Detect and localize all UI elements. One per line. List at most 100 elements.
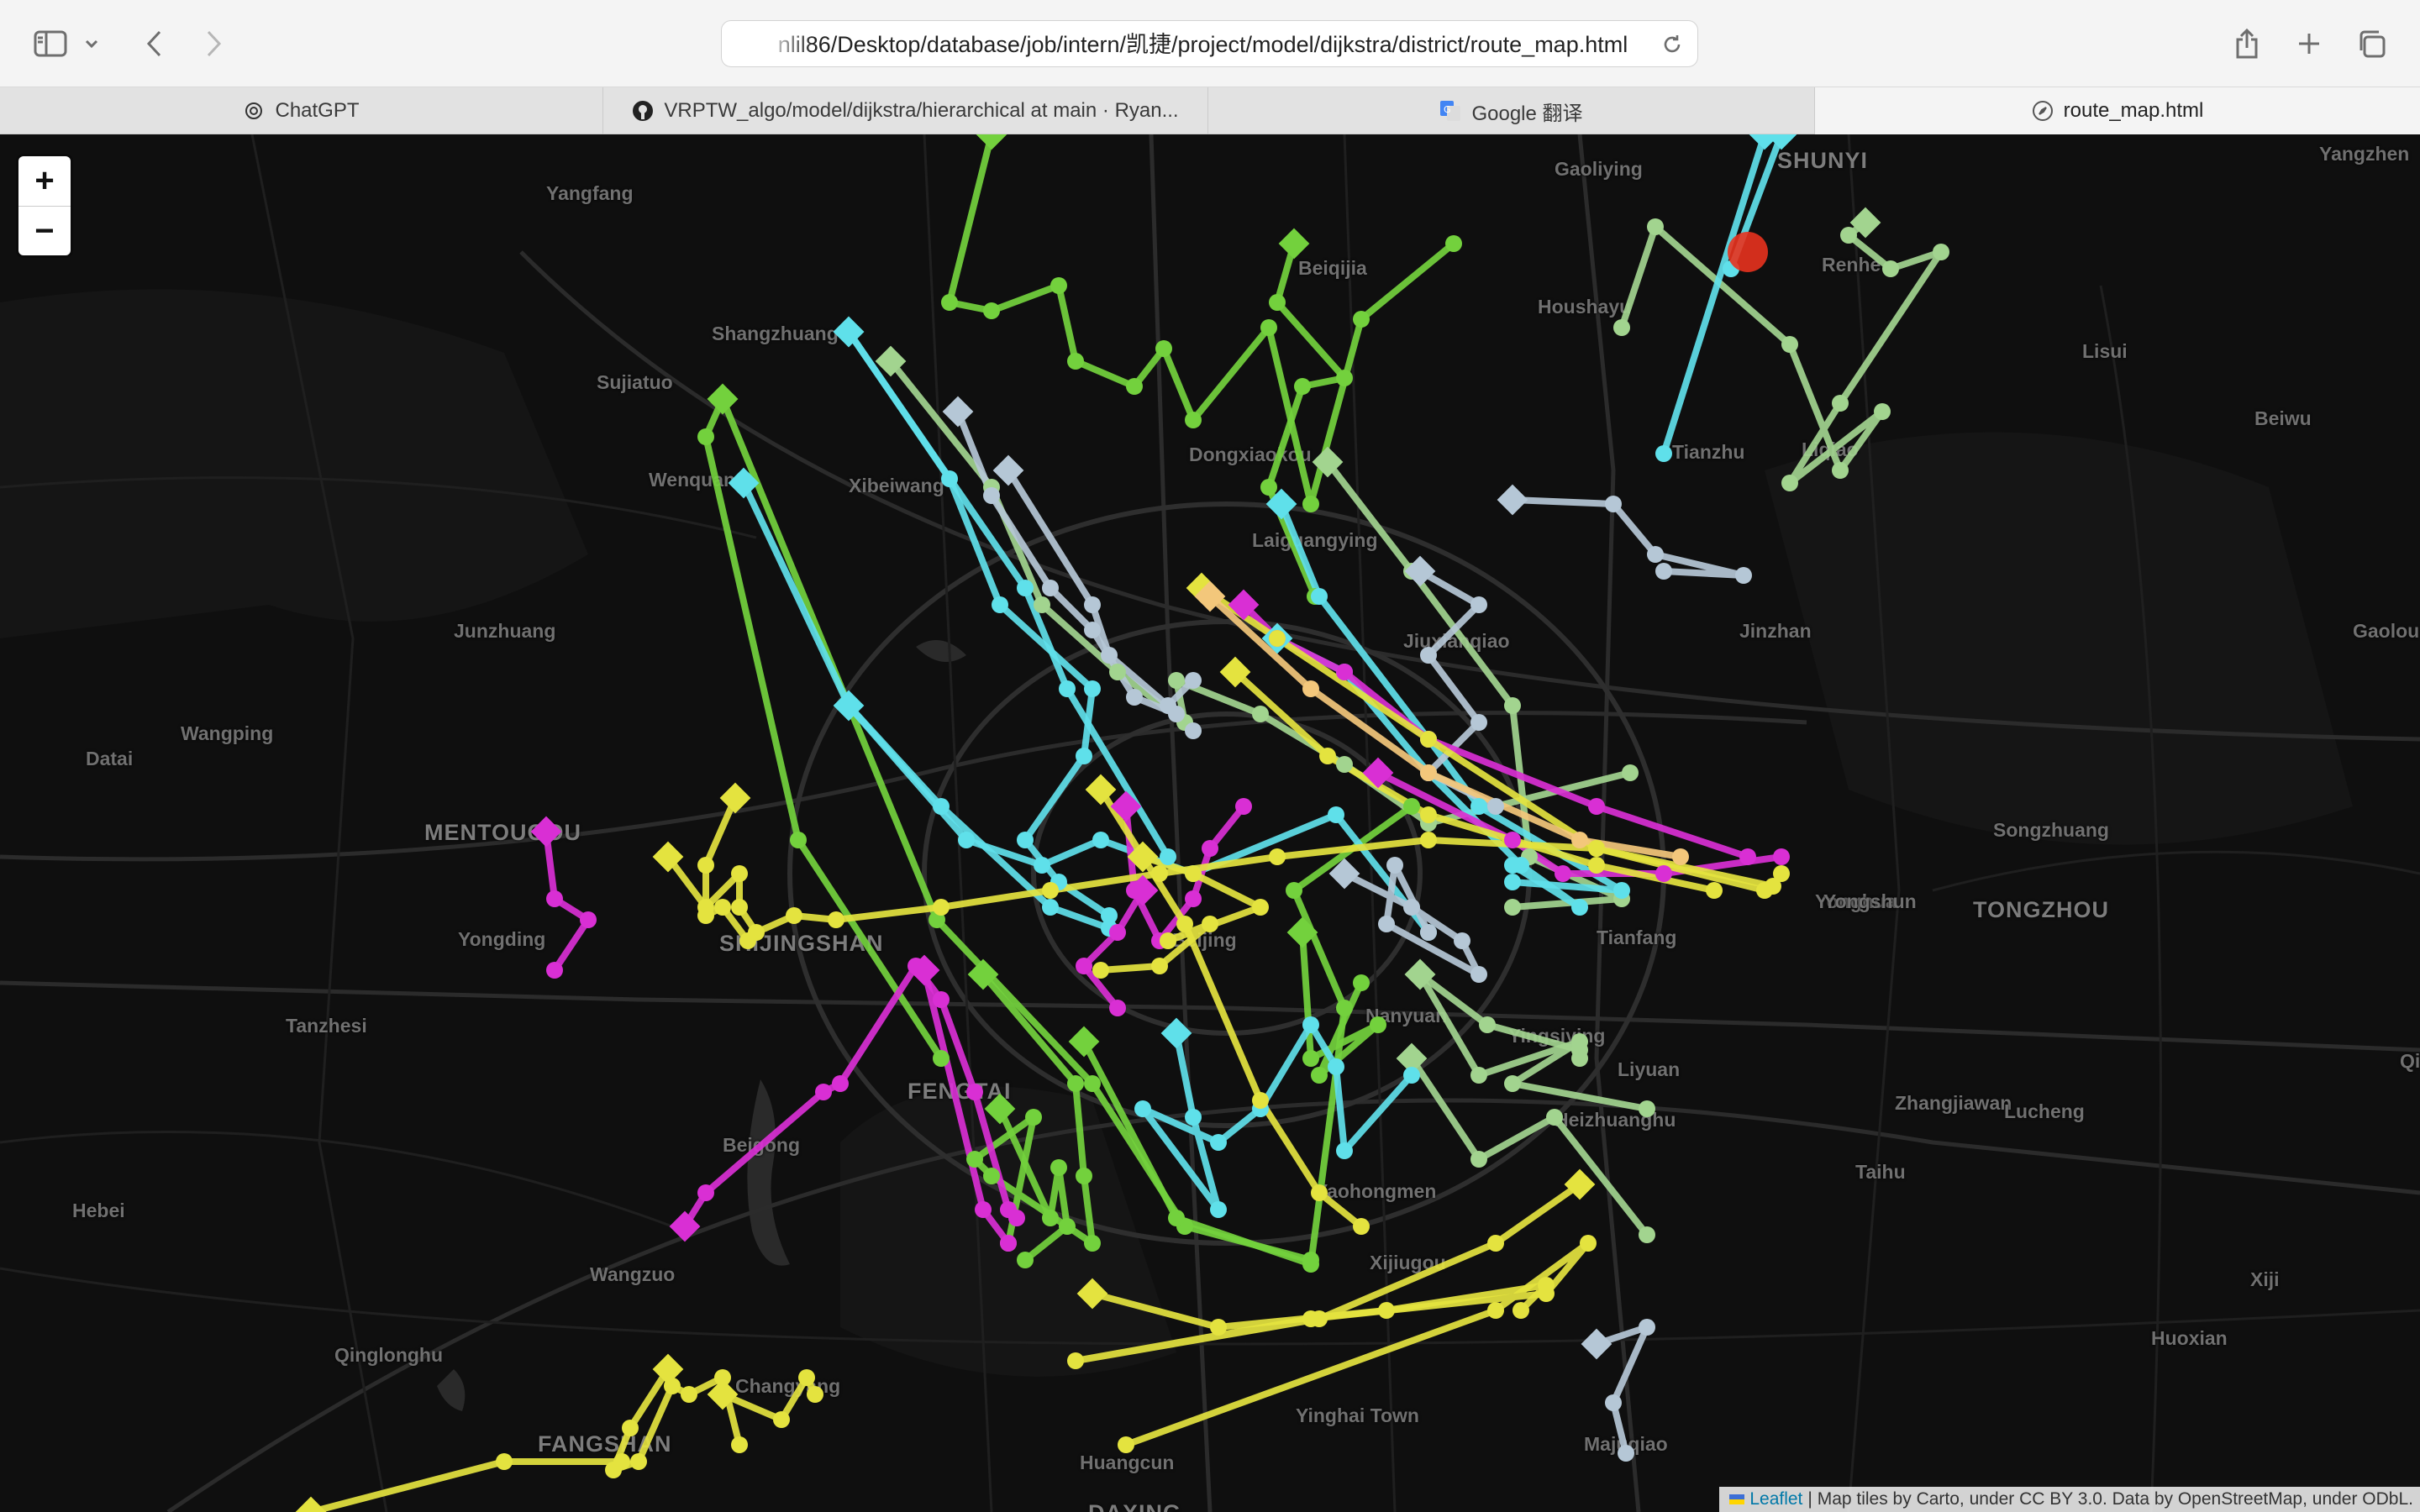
route-stop-marker[interactable] [1101,647,1118,664]
route-stop-marker[interactable] [1487,798,1504,815]
route-stop-marker[interactable] [546,890,563,907]
route-stop-marker[interactable] [546,962,563,979]
route-stop-marker[interactable] [1832,462,1849,479]
route-stop-marker[interactable] [580,911,597,928]
route-stop-marker[interactable] [1302,1256,1319,1273]
route-stop-marker[interactable] [1588,857,1605,874]
route-stop-marker[interactable] [1294,378,1311,395]
route-line[interactable] [1139,1021,1415,1213]
route-stop-marker[interactable] [1420,731,1437,748]
route-stop-marker[interactable] [1034,857,1050,874]
route-stop-marker[interactable] [1017,1252,1034,1268]
route-line[interactable] [946,134,1457,507]
route-stop-marker[interactable] [1076,958,1092,974]
route-stop-marker[interactable] [1874,403,1891,420]
route-stop-marker[interactable] [1311,1184,1328,1201]
route-stop-marker[interactable] [1504,899,1521,916]
route-stop-marker[interactable] [1202,840,1218,857]
route-stop-marker[interactable] [1134,1100,1151,1117]
route-stop-marker[interactable] [1470,1067,1487,1084]
route-stop-marker[interactable] [1067,1352,1084,1369]
route-stop-marker[interactable] [1336,1000,1353,1016]
route-stop-marker[interactable] [1076,1168,1092,1184]
route-stop-marker[interactable] [1538,1277,1555,1294]
route-stop-marker[interactable] [1042,899,1059,916]
route-stop-marker[interactable] [1420,832,1437,848]
route-stop-marker[interactable] [1639,1226,1655,1243]
depot-marker[interactable] [976,134,1007,150]
route-stop-marker[interactable] [1202,916,1218,932]
route-stop-marker[interactable] [1840,227,1857,244]
back-button[interactable] [136,25,173,62]
route-stop-marker[interactable] [1756,882,1773,899]
route-stop-marker[interactable] [1286,882,1302,899]
route-stop-marker[interactable] [1639,1100,1655,1117]
depot-marker[interactable] [992,454,1024,486]
route-stop-marker[interactable] [941,294,958,311]
route-stop-marker[interactable] [1050,277,1067,294]
route-stop-marker[interactable] [1882,260,1899,277]
new-tab-icon[interactable] [2291,25,2328,62]
route-stop-marker[interactable] [1302,680,1319,697]
route-stop-marker[interactable] [1025,1109,1042,1126]
route-stop-marker[interactable] [1353,311,1370,328]
route-stop-marker[interactable] [1403,899,1420,916]
route-stop-marker[interactable] [1034,596,1050,613]
route-stop-marker[interactable] [1613,319,1630,336]
route-stop-marker[interactable] [1302,496,1319,512]
route-stop-marker[interactable] [1445,235,1462,252]
route-stop-marker[interactable] [613,1453,630,1470]
route-stop-marker[interactable] [1487,1302,1504,1319]
tab-github[interactable]: VRPTW_algo/model/dijkstra/hierarchical a… [603,87,1208,134]
route-stop-marker[interactable] [1185,890,1202,907]
route-stop-marker[interactable] [1160,848,1176,865]
route-line[interactable] [681,963,1020,1230]
route-stop-marker[interactable] [1269,630,1286,647]
route-stop-marker[interactable] [1155,340,1172,357]
route-line[interactable] [308,1458,625,1512]
route-stop-marker[interactable] [1504,874,1521,890]
route-stop-marker[interactable] [1739,848,1756,865]
route-stop-marker[interactable] [1605,1394,1622,1411]
route-stop-marker[interactable] [1504,1075,1521,1092]
route-stop-marker[interactable] [1084,596,1101,613]
route-line[interactable] [845,328,1171,860]
route-stop-marker[interactable] [1328,806,1344,823]
route-stop-marker[interactable] [1302,1050,1319,1067]
route-stop-marker[interactable] [1470,798,1487,815]
route-stop-marker[interactable] [697,1184,714,1201]
route-stop-marker[interactable] [933,899,950,916]
route-stop-marker[interactable] [1773,848,1790,865]
route-stop-marker[interactable] [1151,865,1168,882]
route-stop-marker[interactable] [1655,563,1672,580]
route-stop-marker[interactable] [1470,966,1487,983]
route-stop-marker[interactable] [1210,1201,1227,1218]
route-stop-marker[interactable] [1555,865,1571,882]
chevron-down-icon[interactable] [79,25,104,62]
route-stop-marker[interactable] [1076,748,1092,764]
route-stop-marker[interactable] [786,907,802,924]
route-stop-marker[interactable] [1504,697,1521,714]
route-stop-marker[interactable] [1420,647,1437,664]
route-stop-marker[interactable] [790,832,807,848]
route-stop-marker[interactable] [933,1050,950,1067]
route-stop-marker[interactable] [630,1453,647,1470]
route-stop-marker[interactable] [807,1386,823,1403]
url-text[interactable]: nlil86/Desktop/database/job/intern/凯捷/pr… [759,21,1647,68]
route-line[interactable] [955,408,1197,734]
route-stop-marker[interactable] [1618,1445,1634,1462]
route-stop-marker[interactable] [1336,756,1353,773]
route-stop-marker[interactable] [1378,916,1395,932]
route-stop-marker[interactable] [933,991,950,1008]
route-stop-marker[interactable] [1571,1050,1588,1067]
route-stop-marker[interactable] [1160,932,1176,949]
route-stop-marker[interactable] [1017,580,1034,596]
route-stop-marker[interactable] [1832,395,1849,412]
route-stop-marker[interactable] [1470,714,1487,731]
route-stop-marker[interactable] [1588,798,1605,815]
route-stop-marker[interactable] [1420,806,1437,823]
leaflet-link[interactable]: Leaflet [1749,1487,1802,1512]
route-stop-marker[interactable] [1336,1142,1353,1159]
route-stop-marker[interactable] [983,302,1000,319]
route-stop-marker[interactable] [1479,1016,1496,1033]
